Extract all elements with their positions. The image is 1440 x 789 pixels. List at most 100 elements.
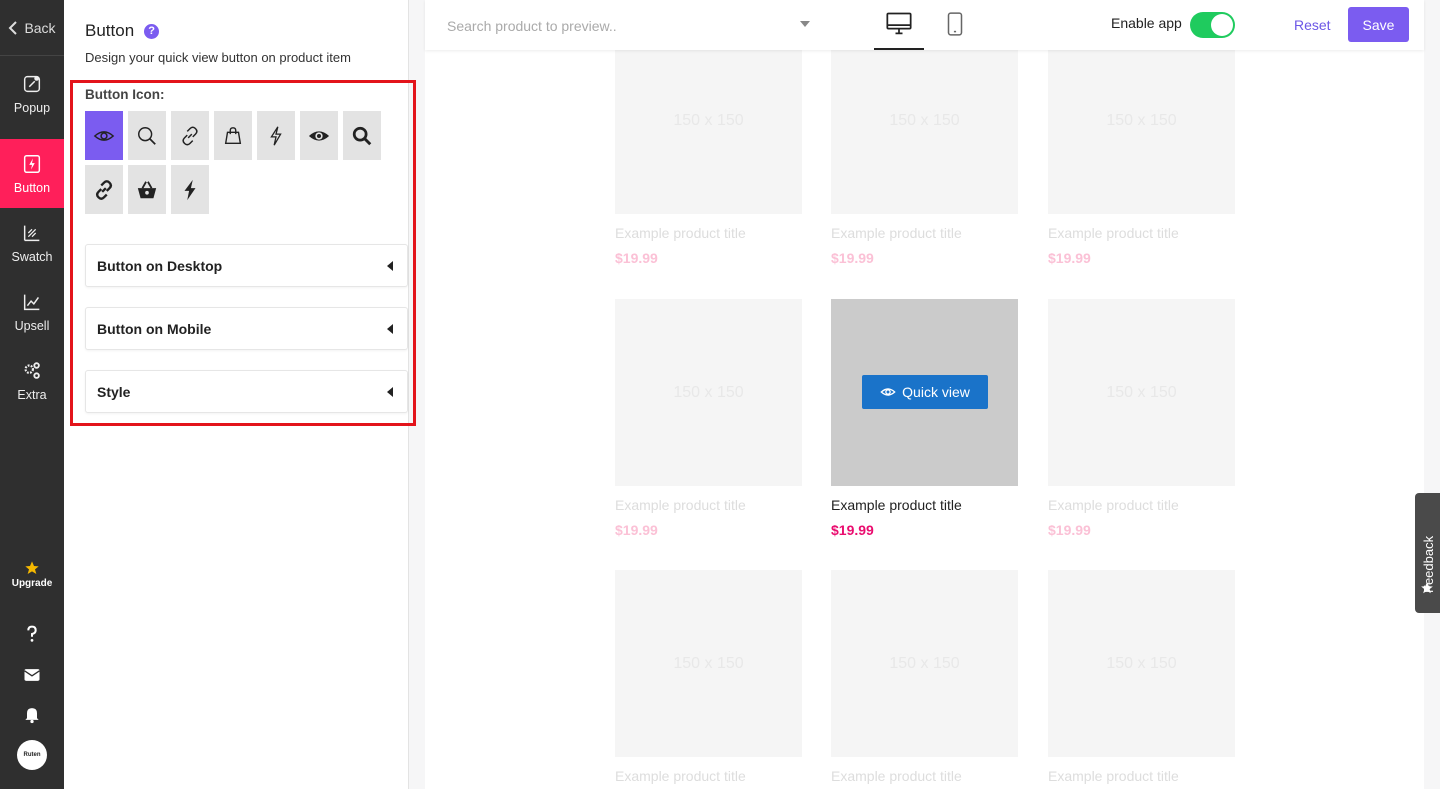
- upgrade-label: Upgrade: [11, 578, 53, 589]
- help-button[interactable]: [0, 623, 64, 645]
- icon-option-link[interactable]: [171, 111, 209, 160]
- icon-option-basket[interactable]: [128, 165, 166, 214]
- product-search-input[interactable]: Search product to preview..: [447, 18, 812, 34]
- product-title: Example product title: [1048, 768, 1179, 784]
- accordion-button-desktop[interactable]: Button on Desktop: [85, 244, 408, 287]
- eye-icon: [93, 130, 115, 141]
- feedback-tab[interactable]: Feedback: [1415, 493, 1440, 613]
- reset-button[interactable]: Reset: [1294, 17, 1331, 33]
- link-icon: [182, 126, 198, 145]
- icon-option-lightning-filled[interactable]: [171, 165, 209, 214]
- help-icon[interactable]: ?: [144, 23, 160, 39]
- product-title: Example product title: [615, 768, 746, 784]
- upgrade-button[interactable]: Upgrade: [0, 560, 64, 589]
- star-icon: [1421, 582, 1433, 594]
- product-card[interactable]: 150 x 150 Example product title $19.99: [831, 27, 1018, 266]
- product-title: Example product title: [615, 225, 746, 241]
- nav-label-swatch: Swatch: [11, 249, 53, 264]
- mail-button[interactable]: [0, 665, 64, 685]
- accordion-button-mobile[interactable]: Button on Mobile: [85, 307, 408, 350]
- icon-option-bag[interactable]: [214, 111, 252, 160]
- nav-item-swatch[interactable]: Swatch: [0, 208, 64, 277]
- product-card[interactable]: 150 x 150 Example product title $19.99: [615, 299, 802, 538]
- product-card[interactable]: 150 x 150 Example product title $19.99: [1048, 299, 1235, 538]
- popup-icon: [23, 75, 41, 92]
- product-card[interactable]: 150 x 150 Example product title $19.99: [615, 27, 802, 266]
- phone-icon: [947, 12, 963, 36]
- quick-view-label: Quick view: [902, 384, 970, 400]
- avatar: Ruten: [17, 740, 47, 770]
- desktop-view-button[interactable]: [874, 10, 924, 50]
- enable-app-label: Enable app: [1111, 15, 1182, 31]
- button-icon-picker: [85, 111, 385, 214]
- accordion-label: Button on Mobile: [97, 320, 212, 337]
- product-title: Example product title: [1048, 225, 1179, 241]
- notifications-button[interactable]: [0, 704, 64, 724]
- product-card[interactable]: 150 x 150 Example product title: [615, 570, 802, 784]
- product-thumbnail: 150 x 150: [831, 570, 1018, 757]
- icon-option-eye-outline[interactable]: [85, 111, 123, 160]
- icon-option-search[interactable]: [128, 111, 166, 160]
- product-price: $19.99: [1048, 250, 1091, 266]
- product-thumbnail: 150 x 150: [831, 27, 1018, 214]
- chevron-left-icon: [9, 20, 18, 35]
- caret-left-icon: [387, 386, 393, 397]
- product-title: Example product title: [831, 225, 962, 241]
- product-card-hovered[interactable]: Quick view Example product title $19.99: [831, 299, 1018, 538]
- bell-icon: [25, 708, 39, 724]
- lightning-icon: [23, 154, 41, 173]
- nav-item-extra[interactable]: Extra: [0, 346, 64, 415]
- eye-filled-icon: [308, 130, 330, 141]
- link-bold-icon: [95, 179, 113, 200]
- product-thumbnail: 150 x 150: [1048, 570, 1235, 757]
- product-card[interactable]: 150 x 150 Example product title: [831, 570, 1018, 784]
- product-thumbnail: 150 x 150: [615, 299, 802, 486]
- back-label: Back: [24, 19, 56, 36]
- icon-option-eye-filled[interactable]: [300, 111, 338, 160]
- swatch-icon: [23, 225, 40, 241]
- panel-subtitle: Design your quick view button on product…: [85, 50, 351, 65]
- nav-label-extra: Extra: [17, 387, 47, 402]
- star-icon: [25, 561, 39, 574]
- page-title: Button ?: [85, 21, 160, 41]
- mobile-view-button[interactable]: [930, 10, 980, 50]
- product-price: $19.99: [615, 250, 658, 266]
- settings-panel: Button ? Design your quick view button o…: [64, 0, 416, 789]
- product-thumbnail: Quick view: [831, 299, 1018, 486]
- accordion-label: Style: [97, 383, 131, 400]
- search-icon: [138, 126, 156, 145]
- product-thumbnail: 150 x 150: [615, 27, 802, 214]
- preview-toolbar: Search product to preview.. Enable app R…: [425, 0, 1424, 50]
- gears-icon: [24, 361, 40, 379]
- product-card[interactable]: 150 x 150 Example product title: [1048, 570, 1235, 784]
- accordion-style[interactable]: Style: [85, 370, 408, 413]
- accordion-label: Button on Desktop: [97, 257, 223, 274]
- product-thumbnail: 150 x 150: [615, 570, 802, 757]
- caret-left-icon: [387, 323, 393, 334]
- icon-option-search-bold[interactable]: [343, 111, 381, 160]
- preview-area: Search product to preview.. Enable app R…: [425, 0, 1424, 789]
- account-button[interactable]: Ruten: [0, 740, 64, 770]
- nav-item-button[interactable]: Button: [0, 139, 64, 208]
- chevron-down-icon[interactable]: [800, 21, 810, 27]
- product-thumbnail: 150 x 150: [1048, 27, 1235, 214]
- product-price: $19.99: [831, 522, 874, 538]
- basket-icon: [137, 180, 157, 198]
- quick-view-button[interactable]: Quick view: [862, 375, 988, 409]
- nav-label-button: Button: [13, 180, 51, 195]
- product-card[interactable]: 150 x 150 Example product title $19.99: [1048, 27, 1235, 266]
- product-title: Example product title: [831, 497, 962, 513]
- icon-option-lightning-outline[interactable]: [257, 111, 295, 160]
- product-title: Example product title: [831, 768, 962, 784]
- back-button[interactable]: Back: [0, 0, 64, 56]
- enable-app-toggle[interactable]: [1190, 12, 1235, 38]
- button-icon-label: Button Icon:: [85, 87, 165, 102]
- shopping-bag-icon: [224, 126, 242, 144]
- save-button[interactable]: Save: [1348, 7, 1409, 42]
- product-title: Example product title: [615, 497, 746, 513]
- icon-option-link-bold[interactable]: [85, 165, 123, 214]
- question-icon: [27, 625, 37, 642]
- product-thumbnail: 150 x 150: [1048, 299, 1235, 486]
- nav-item-upsell[interactable]: Upsell: [0, 277, 64, 346]
- nav-item-popup[interactable]: Popup: [0, 59, 64, 128]
